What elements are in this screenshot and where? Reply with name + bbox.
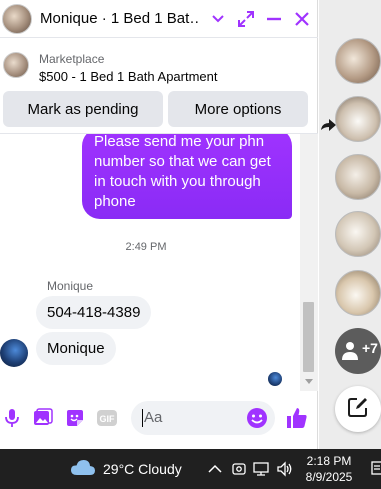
compose-icon: [347, 396, 369, 423]
more-chats-button[interactable]: +7: [335, 328, 381, 374]
message-input[interactable]: Aa: [131, 401, 275, 435]
windows-taskbar: 29°C Cloudy 2:18 PM 8/9/2025: [0, 449, 381, 489]
chat-head[interactable]: [335, 154, 381, 200]
text-caret: [142, 409, 143, 427]
contact-avatar[interactable]: [2, 3, 32, 34]
incoming-message[interactable]: 504-418-4389: [36, 296, 152, 329]
more-chats-count: +7: [362, 340, 378, 356]
listing-thumbnail: [3, 52, 29, 78]
read-receipt-avatar: [268, 372, 282, 386]
gif-icon[interactable]: GIF: [96, 407, 118, 429]
sticker-icon[interactable]: [64, 407, 86, 429]
camera-icon[interactable]: [230, 459, 248, 479]
chat-head[interactable]: [335, 270, 381, 316]
photo-icon[interactable]: [32, 407, 54, 429]
weather-text[interactable]: 29°C Cloudy: [103, 461, 182, 477]
chat-heads-rail: +7: [319, 0, 381, 449]
network-icon[interactable]: [252, 459, 270, 479]
new-message-button[interactable]: [335, 386, 381, 432]
scroll-down-arrow-icon[interactable]: [303, 377, 315, 387]
expand-icon[interactable]: [236, 9, 256, 29]
incoming-message[interactable]: Monique: [36, 332, 116, 365]
show-hidden-icons-chevron-icon[interactable]: [206, 459, 224, 479]
listing-title: $500 - 1 Bed 1 Bath Apartment: [39, 69, 218, 84]
system-tray: [206, 459, 300, 479]
clock-time: 2:18 PM: [306, 454, 352, 468]
chat-title[interactable]: Monique · 1 Bed 1 Bat…: [40, 10, 200, 27]
message-timestamp: 2:49 PM: [125, 241, 167, 253]
mark-as-pending-button[interactable]: Mark as pending: [3, 91, 163, 127]
listing-actions: Mark as pending More options: [0, 91, 318, 129]
screen: Monique · 1 Bed 1 Bat… Marketplace $500: [0, 0, 381, 489]
chat-head[interactable]: [335, 211, 381, 257]
message-list[interactable]: Please send me your phn number so that w…: [0, 133, 318, 391]
chevron-down-icon[interactable]: [208, 9, 228, 29]
scrollbar-thumb[interactable]: [303, 302, 314, 372]
like-icon[interactable]: [285, 406, 309, 430]
message-input-placeholder: Aa: [144, 409, 163, 426]
emoji-icon[interactable]: [245, 406, 269, 430]
chat-head[interactable]: [335, 96, 381, 142]
outgoing-message[interactable]: Please send me your phn number so that w…: [82, 134, 292, 219]
notification-icon[interactable]: [371, 461, 381, 475]
message-composer: GIF Aa: [0, 396, 318, 442]
sender-name: Monique: [47, 279, 94, 293]
microphone-icon[interactable]: [1, 407, 23, 429]
minimize-icon[interactable]: [264, 9, 284, 29]
marketplace-listing[interactable]: Marketplace $500 - 1 Bed 1 Bath Apartmen…: [0, 46, 318, 88]
chat-window: Monique · 1 Bed 1 Bat… Marketplace $500: [0, 0, 318, 449]
gif-label: GIF: [100, 414, 116, 424]
volume-icon[interactable]: [276, 459, 294, 479]
header-controls: [208, 0, 312, 38]
clock-date: 8/9/2025: [305, 470, 353, 484]
chat-head[interactable]: [335, 38, 381, 84]
cloud-icon[interactable]: [70, 457, 96, 479]
close-icon[interactable]: [292, 9, 312, 29]
more-options-button[interactable]: More options: [168, 91, 308, 127]
taskbar-clock[interactable]: 2:18 PM 8/9/2025: [304, 453, 354, 485]
sender-avatar[interactable]: [0, 339, 28, 367]
chat-header[interactable]: Monique · 1 Bed 1 Bat…: [0, 0, 318, 38]
marketplace-label: Marketplace: [39, 52, 105, 66]
